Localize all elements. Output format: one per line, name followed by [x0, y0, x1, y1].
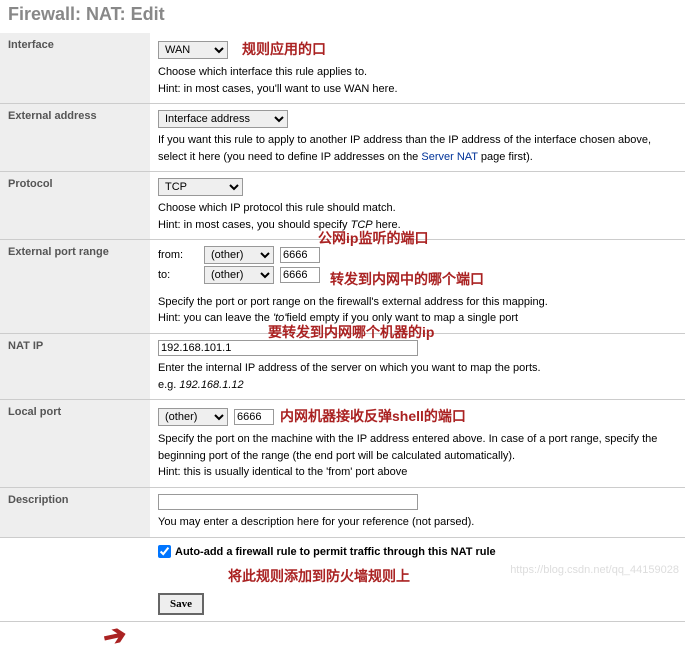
- local-port-input[interactable]: [234, 409, 274, 425]
- row-label-protocol: Protocol: [0, 172, 150, 240]
- local-port-select[interactable]: (other): [158, 408, 228, 426]
- anno-local-port: 内网机器接收反弹shell的端口: [280, 406, 466, 427]
- hint-protocol-1: Choose which IP protocol this rule shoul…: [158, 200, 677, 217]
- row-label-bottom: [0, 537, 150, 622]
- auto-add-rule-checkbox[interactable]: [158, 545, 171, 558]
- row-label-ext-port: External port range: [0, 240, 150, 334]
- anno-ext-port-1: 转发到内网中的哪个端口: [330, 269, 484, 290]
- anno-ext-port-top: 公网ip监听的端口: [318, 228, 428, 249]
- row-label-description: Description: [0, 487, 150, 537]
- to-label: to:: [158, 267, 198, 284]
- row-label-interface: Interface: [0, 33, 150, 104]
- hint-interface-2: Hint: in most cases, you'll want to use …: [158, 81, 677, 98]
- watermark: https://blog.csdn.net/qq_44159028: [510, 564, 679, 576]
- auto-add-rule-label: Auto-add a firewall rule to permit traff…: [175, 544, 496, 561]
- hint-nat-ip-1: Enter the internal IP address of the ser…: [158, 360, 677, 377]
- hint-local-port-1: Specify the port on the machine with the…: [158, 431, 677, 464]
- anno-nat-ip: 要转发到内网哪个机器的ip: [268, 322, 434, 343]
- external-address-select[interactable]: Interface address: [158, 110, 288, 128]
- hint-description: You may enter a description here for you…: [158, 514, 677, 531]
- hint-nat-ip-2: e.g. 192.168.1.12: [158, 377, 677, 394]
- protocol-select[interactable]: TCP: [158, 178, 243, 196]
- ext-port-to-input[interactable]: [280, 267, 320, 283]
- interface-select[interactable]: WAN: [158, 41, 228, 59]
- nat-edit-form: Interface WAN 规则应用的口 Choose which interf…: [0, 33, 685, 622]
- row-label-local-port: Local port: [0, 400, 150, 488]
- server-nat-link[interactable]: Server NAT: [421, 151, 477, 163]
- anno-interface: 规则应用的口: [242, 39, 326, 60]
- row-label-nat-ip: NAT IP: [0, 333, 150, 400]
- page-title: Firewall: NAT: Edit: [0, 0, 685, 33]
- description-input[interactable]: [158, 494, 418, 510]
- ext-port-to-select[interactable]: (other): [204, 266, 274, 284]
- hint-ext-port-1: Specify the port or port range on the fi…: [158, 294, 677, 311]
- hint-local-port-2: Hint: this is usually identical to the '…: [158, 464, 677, 481]
- ext-port-from-input[interactable]: [280, 247, 320, 263]
- hint-interface-1: Choose which interface this rule applies…: [158, 64, 677, 81]
- from-label: from:: [158, 247, 198, 264]
- save-button[interactable]: Save: [158, 593, 204, 615]
- row-label-ext-addr: External address: [0, 104, 150, 172]
- hint-ext-addr: If you want this rule to apply to anothe…: [158, 132, 677, 165]
- ext-port-from-select[interactable]: (other): [204, 246, 274, 264]
